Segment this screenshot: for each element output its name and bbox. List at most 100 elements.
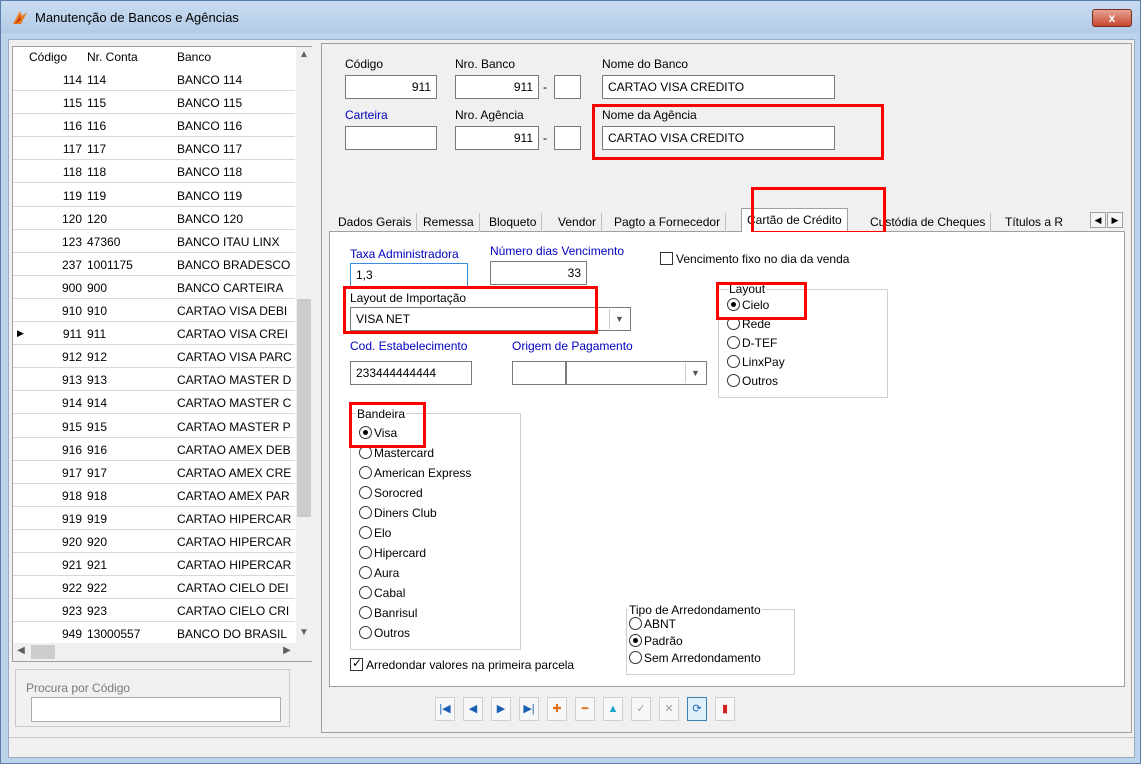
bandeira-radio-hipercard[interactable]: Hipercard (359, 546, 426, 560)
nro-agencia-dv-field[interactable] (554, 126, 581, 150)
scroll-left-icon[interactable]: ◀ (15, 645, 27, 656)
radio-circle[interactable] (727, 374, 740, 387)
table-row[interactable]: 115 115 BANCO 115 (13, 91, 295, 115)
checkbox-box[interactable] (350, 656, 363, 671)
nro-banco-dv-field[interactable] (554, 75, 581, 99)
table-row[interactable]: ▶ 911 911 CARTAO VISA CREI (13, 322, 295, 346)
tab-pagto-fornecedor[interactable]: Pagto a Fornecedor (609, 213, 727, 232)
table-row[interactable]: 923 923 CARTAO CIELO CRI (13, 599, 295, 623)
bandeira-radio-american-express[interactable]: American Express (359, 466, 471, 480)
table-row[interactable]: 915 915 CARTAO MASTER P (13, 415, 295, 438)
exit-door-icon[interactable]: ▮ (715, 697, 735, 721)
tab-scroll-left-icon[interactable]: ◀ (1090, 212, 1106, 228)
table-row[interactable]: 910 910 CARTAO VISA DEBI (13, 299, 295, 322)
close-button[interactable]: x (1092, 9, 1132, 27)
table-row[interactable]: 913 913 CARTAO MASTER D (13, 368, 295, 392)
table-row[interactable]: 949 13000557 BANCO DO BRASIL (13, 622, 295, 646)
nro-banco-field[interactable]: 911 (455, 75, 539, 99)
scroll-down-icon[interactable]: ▼ (298, 627, 310, 638)
search-input[interactable] (31, 697, 281, 722)
bandeira-radio-cabal[interactable]: Cabal (359, 586, 405, 600)
radio-circle[interactable] (359, 586, 372, 599)
layout-radio-d-tef[interactable]: D-TEF (727, 336, 777, 350)
scroll-right-icon[interactable]: ▶ (281, 645, 293, 656)
last-record-icon[interactable]: ▶| (519, 697, 539, 721)
radio-circle[interactable] (359, 466, 372, 479)
carteira-field[interactable] (345, 126, 437, 150)
radio-circle[interactable] (359, 546, 372, 559)
arred-radio-sem-arredondamento[interactable]: Sem Arredondamento (629, 651, 761, 665)
arred-radio-abnt[interactable]: ABNT (629, 617, 676, 631)
layout-radio-linxpay[interactable]: LinxPay (727, 355, 785, 369)
radio-circle[interactable] (629, 651, 642, 664)
table-row[interactable]: 922 922 CARTAO CIELO DEI (13, 576, 295, 600)
scroll-thumb[interactable] (297, 299, 311, 517)
radio-circle[interactable] (727, 355, 740, 368)
col-header-conta[interactable]: Nr. Conta (87, 50, 138, 64)
table-row[interactable]: 237 1001175 BANCO BRADESCO (13, 253, 295, 276)
radio-circle[interactable] (359, 626, 372, 639)
radio-circle[interactable] (359, 506, 372, 519)
cancel-record-icon[interactable]: ✕ (659, 697, 679, 721)
radio-circle[interactable] (359, 606, 372, 619)
codigo-field[interactable]: 911 (345, 75, 437, 99)
arredondar-primeira-checkbox[interactable]: Arredondar valores na primeira parcela (350, 656, 574, 672)
nome-banco-field[interactable]: CARTAO VISA CREDITO (602, 75, 835, 99)
nro-agencia-field[interactable]: 911 (455, 126, 539, 150)
radio-circle[interactable] (359, 486, 372, 499)
origem-pagamento-combo[interactable]: ▼ (566, 361, 707, 385)
vencimento-fixo-checkbox[interactable]: Vencimento fixo no dia da venda (660, 252, 849, 266)
taxa-field[interactable]: 1,3 (350, 263, 468, 287)
insert-record-icon[interactable]: ✚ (547, 697, 567, 721)
radio-circle[interactable] (629, 617, 642, 630)
radio-circle[interactable] (727, 336, 740, 349)
chevron-down-icon[interactable]: ▼ (685, 363, 705, 383)
first-record-icon[interactable]: |◀ (435, 697, 455, 721)
radio-circle[interactable] (359, 566, 372, 579)
table-row[interactable]: 900 900 BANCO CARTEIRA (13, 276, 295, 299)
table-row[interactable]: 921 921 CARTAO HIPERCAR (13, 553, 295, 577)
table-row[interactable]: 916 916 CARTAO AMEX DEB (13, 438, 295, 461)
scroll-up-icon[interactable]: ▲ (298, 49, 310, 60)
table-row[interactable]: 919 919 CARTAO HIPERCAR (13, 507, 295, 530)
radio-circle[interactable] (629, 634, 642, 647)
bandeira-radio-elo[interactable]: Elo (359, 526, 391, 540)
grid-horizontal-scrollbar[interactable]: ◀ ▶ (13, 643, 312, 661)
tab-dados-gerais[interactable]: Dados Gerais (333, 213, 418, 232)
grid-vertical-scrollbar[interactable]: ▲ ▼ (296, 47, 312, 643)
bandeira-radio-diners-club[interactable]: Diners Club (359, 506, 437, 520)
bandeira-radio-banrisul[interactable]: Banrisul (359, 606, 417, 620)
table-row[interactable]: 117 117 BANCO 117 (13, 137, 295, 161)
checkbox-box[interactable] (660, 252, 673, 265)
post-record-icon[interactable]: ✓ (631, 697, 651, 721)
cod-estabelecimento-field[interactable]: 233444444444 (350, 361, 472, 385)
hscroll-thumb[interactable] (31, 645, 55, 659)
tab-scroll-right-icon[interactable]: ▶ (1107, 212, 1123, 228)
dias-vencimento-field[interactable]: 33 (490, 261, 587, 285)
bandeira-radio-mastercard[interactable]: Mastercard (359, 446, 434, 460)
table-row[interactable]: 914 914 CARTAO MASTER C (13, 391, 295, 415)
table-row[interactable]: 920 920 CARTAO HIPERCAR (13, 530, 295, 553)
origem-pagamento-code[interactable] (512, 361, 566, 385)
col-header-codigo[interactable]: Código (29, 50, 67, 64)
table-row[interactable]: 119 119 BANCO 119 (13, 184, 295, 207)
tab-vendor[interactable]: Vendor (553, 213, 603, 232)
bandeira-radio-outros[interactable]: Outros (359, 626, 410, 640)
table-row[interactable]: 918 918 CARTAO AMEX PAR (13, 484, 295, 507)
table-row[interactable]: 120 120 BANCO 120 (13, 207, 295, 230)
layout-radio-outros[interactable]: Outros (727, 374, 778, 388)
radio-circle[interactable] (359, 526, 372, 539)
table-row[interactable]: 118 118 BANCO 118 (13, 160, 295, 184)
table-row[interactable]: 917 917 CARTAO AMEX CRE (13, 461, 295, 484)
edit-record-icon[interactable]: ▲ (603, 697, 623, 721)
prior-record-icon[interactable]: ◀ (463, 697, 483, 721)
table-row[interactable]: 116 116 BANCO 116 (13, 114, 295, 138)
table-row[interactable]: 123 47360 BANCO ITAU LINX (13, 230, 295, 253)
delete-record-icon[interactable]: ━ (575, 697, 595, 721)
tab-remessa[interactable]: Remessa (418, 213, 480, 232)
tab-titulos[interactable]: Títulos a R (1000, 213, 1068, 232)
refresh-record-icon[interactable]: ⟳ (687, 697, 707, 721)
arred-radio-padr-o[interactable]: Padrão (629, 634, 683, 648)
table-row[interactable]: 912 912 CARTAO VISA PARC (13, 345, 295, 369)
col-header-banco[interactable]: Banco (177, 50, 211, 64)
